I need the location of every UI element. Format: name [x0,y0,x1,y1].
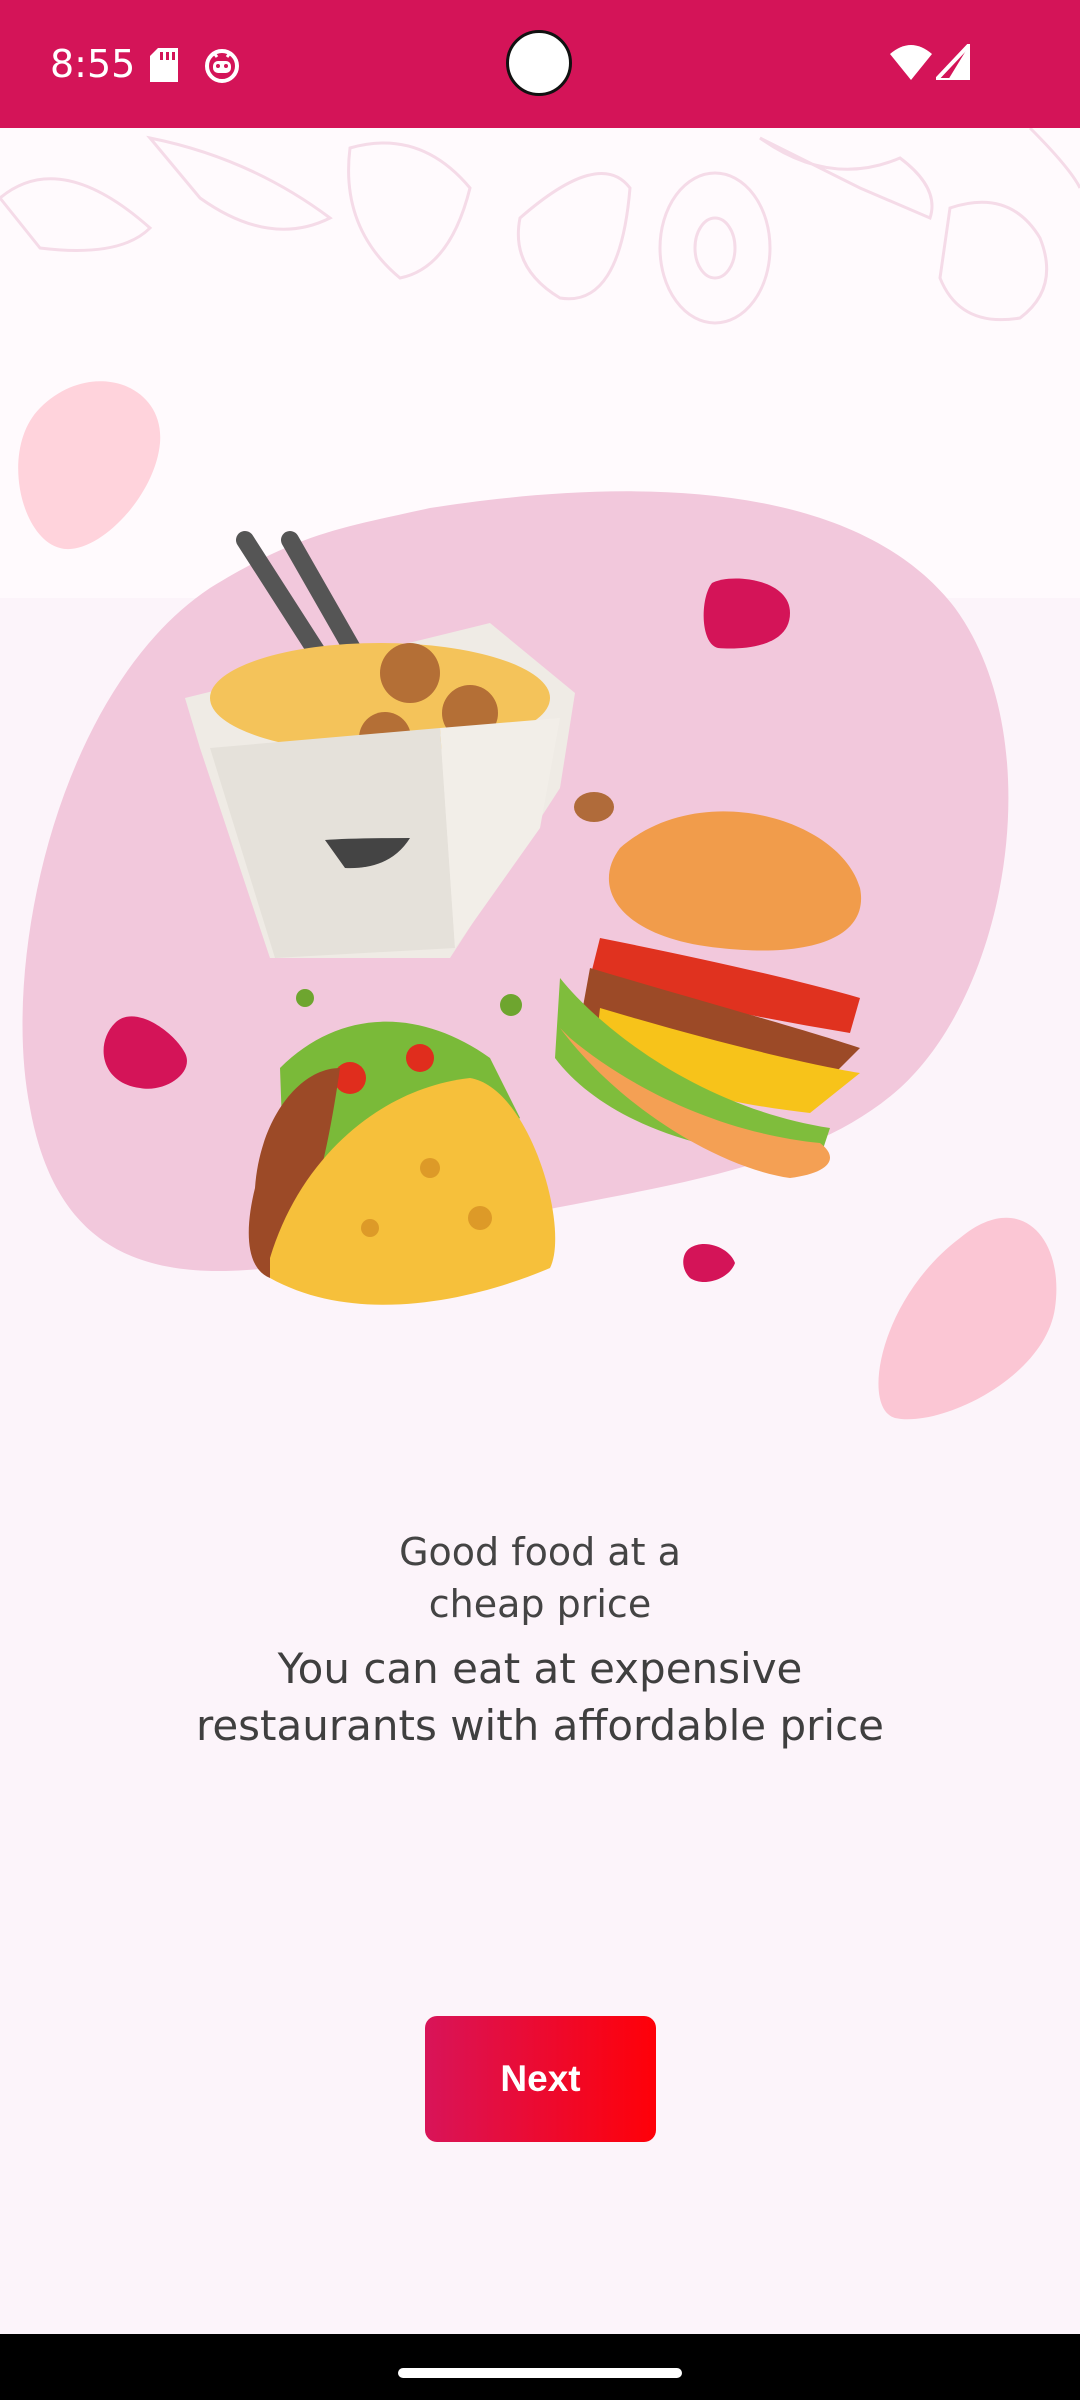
food-illustration [0,128,1080,1458]
onboarding-description: You can eat at expensive restaurants wit… [195,1644,885,1750]
camera-cutout [506,30,572,96]
next-button[interactable]: Next [425,2016,656,2142]
status-time: 8:55 [50,42,136,86]
navigation-bar [0,2334,1080,2400]
signal-icon [936,44,970,80]
sd-card-icon [150,48,178,82]
small-blob-bottom-right [878,1217,1057,1420]
status-bar: 8:55 [0,0,1080,128]
wifi-icon [890,45,932,80]
small-blob-top-left [18,381,161,550]
home-indicator[interactable] [398,2368,682,2378]
bug-icon [205,49,239,83]
onboarding-headline: Good food at a cheap price [399,1530,681,1626]
